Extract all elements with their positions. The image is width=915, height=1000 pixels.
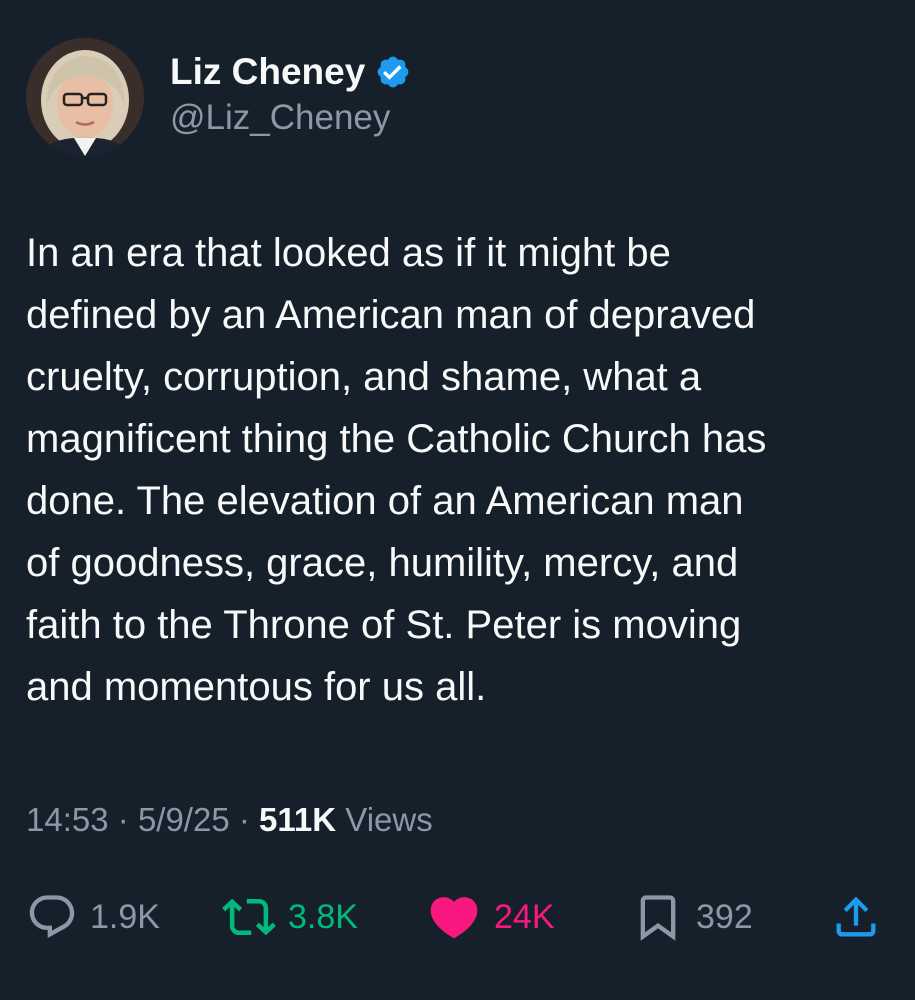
tweet-text: In an era that looked as if it might be … [26, 222, 894, 718]
verified-badge-icon [377, 56, 409, 88]
speech-bubble-icon [29, 895, 75, 939]
action-bar: 1.9K 3.8K 24K 392 [26, 887, 886, 947]
display-name[interactable]: Liz Cheney [170, 50, 411, 94]
tweet-line: and momentous for us all. [26, 665, 487, 709]
views-label: Views [345, 801, 433, 838]
tweet-line: done. The elevation of an American man [26, 479, 744, 523]
display-name-text[interactable]: Liz Cheney [170, 50, 365, 94]
like-count: 24K [494, 897, 555, 936]
meta-separator: · [238, 801, 250, 838]
tweet-meta: 14:53 · 5/9/25 · 511K Views [26, 798, 433, 842]
retweet-button[interactable]: 3.8K [222, 887, 358, 947]
bookmark-icon [640, 895, 676, 941]
tweet-line: In an era that looked as if it might be [26, 231, 671, 275]
handle[interactable]: @Liz_Cheney [170, 96, 411, 140]
tweet-line: cruelty, corruption, and shame, what a [26, 355, 702, 399]
share-button[interactable] [830, 887, 882, 947]
upload-share-icon [836, 896, 876, 937]
tweet-date[interactable]: 5/9/25 [138, 801, 230, 838]
reply-count: 1.9K [90, 897, 160, 936]
retweet-count: 3.8K [288, 897, 358, 936]
tweet-time[interactable]: 14:53 [26, 801, 109, 838]
retweet-arrows-icon [222, 898, 276, 936]
tweet-line: faith to the Throne of St. Peter is movi… [26, 603, 742, 647]
heart-icon [430, 897, 478, 939]
views-count: 511K [259, 801, 337, 838]
avatar[interactable] [26, 38, 144, 156]
bookmark-count: 392 [696, 897, 753, 936]
tweet-header: Liz Cheney @Liz_Cheney [26, 38, 886, 158]
tweet-line: of goodness, grace, humility, mercy, and [26, 541, 739, 585]
meta-separator: · [117, 801, 129, 838]
tweet-line: defined by an American man of depraved [26, 293, 756, 337]
like-button[interactable]: 24K [426, 887, 555, 947]
tweet-line: magnificent thing the Catholic Church ha… [26, 417, 767, 461]
reply-button[interactable]: 1.9K [26, 887, 160, 947]
author-names: Liz Cheney @Liz_Cheney [170, 50, 411, 140]
bookmark-button[interactable]: 392 [632, 887, 753, 947]
